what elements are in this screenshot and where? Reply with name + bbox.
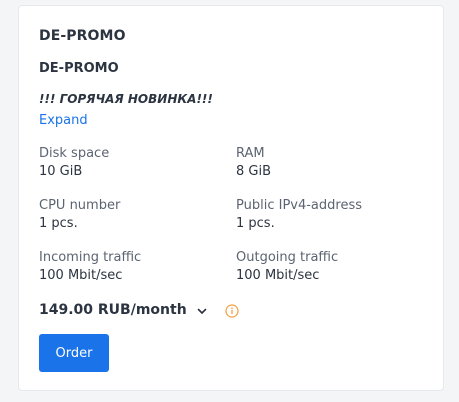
- spec-value: 100 Mbit/sec: [236, 268, 320, 283]
- spec-label: RAM: [236, 146, 265, 161]
- spec-value: 1 pcs.: [39, 216, 78, 231]
- spec-label: Public IPv4-address: [236, 198, 363, 213]
- spec-value: 8 GiB: [236, 164, 272, 179]
- price-row: 149.00 RUB/month: [39, 300, 239, 320]
- spec-value: 10 GiB: [39, 164, 83, 179]
- promo-text: !!! ГОРЯЧАЯ НОВИНКА!!!: [39, 92, 213, 106]
- info-icon[interactable]: [225, 303, 239, 318]
- spec-value: 100 Mbit/sec: [39, 268, 123, 283]
- spec-disk: Disk space 10 GiB: [39, 145, 109, 181]
- chevron-down-icon[interactable]: [195, 303, 209, 317]
- spec-ipv4: Public IPv4-address 1 pcs.: [236, 197, 362, 233]
- spec-cpu: CPU number 1 pcs.: [39, 197, 120, 233]
- spec-ram: RAM 8 GiB: [236, 145, 271, 181]
- spec-label: CPU number: [39, 198, 121, 213]
- spec-label: Disk space: [39, 146, 110, 161]
- tariff-card: DE-PROMO DE-PROMO !!! ГОРЯЧАЯ НОВИНКА!!!…: [18, 5, 444, 391]
- order-button[interactable]: Order: [39, 334, 109, 372]
- expand-link[interactable]: Expand: [39, 113, 88, 128]
- spec-label: Incoming traffic: [39, 250, 142, 265]
- spec-outgoing-traffic: Outgoing traffic 100 Mbit/sec: [236, 249, 338, 285]
- card-title: DE-PROMO: [39, 28, 126, 44]
- price-value: 149.00 RUB/month: [39, 302, 187, 318]
- plan-name: DE-PROMO: [39, 61, 119, 76]
- spec-value: 1 pcs.: [236, 216, 275, 231]
- spec-label: Outgoing traffic: [236, 250, 339, 265]
- spec-incoming-traffic: Incoming traffic 100 Mbit/sec: [39, 249, 141, 285]
